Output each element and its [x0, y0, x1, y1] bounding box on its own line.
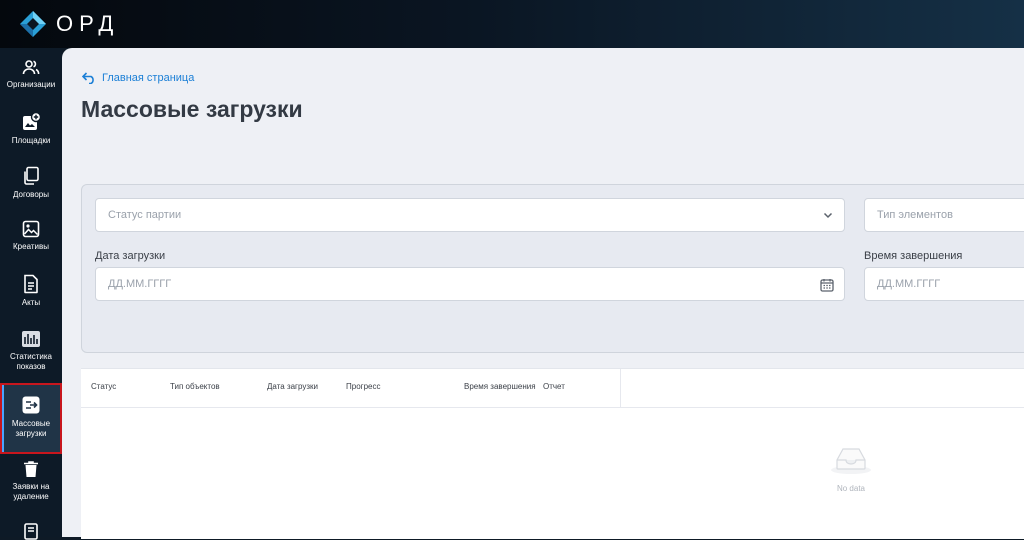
app-logo[interactable]: ОРД: [18, 9, 119, 39]
sidebar-item-creatives[interactable]: Креативы: [0, 220, 62, 252]
page-title: Массовые загрузки: [81, 96, 303, 122]
sidebar-item-label: Массовые загрузки: [11, 419, 51, 438]
filter-panel: Статус партии Тип элементов Дата загрузк…: [81, 184, 1024, 353]
documents-copy-icon: [24, 166, 39, 185]
sidebar-item-label: Договоры: [13, 190, 49, 199]
upload-date-label: Дата загрузки: [95, 250, 166, 262]
element-type-select[interactable]: Тип элементов: [864, 198, 1024, 232]
sidebar-item-label: Акты: [21, 298, 41, 307]
column-header-report[interactable]: Отчет: [543, 382, 565, 391]
sidebar: Организации Площадки Договоры Креативы А…: [0, 48, 62, 540]
document-icon: [24, 274, 38, 294]
column-header-object-type[interactable]: Тип объектов: [170, 382, 220, 391]
breadcrumb-label: Главная страница: [102, 72, 195, 84]
sidebar-item-contracts[interactable]: Договоры: [0, 166, 62, 200]
table-header: Статус Тип объектов Дата загрузки Прогре…: [81, 369, 1024, 408]
column-header-upload-date[interactable]: Дата загрузки: [267, 382, 318, 391]
calendar-icon[interactable]: [820, 278, 834, 295]
finish-time-input[interactable]: ДД.ММ.ГГГГ: [864, 267, 1024, 301]
logo-diamond-icon: [18, 9, 48, 39]
empty-inbox-icon: [831, 448, 871, 474]
empty-state: No data: [829, 443, 873, 493]
sidebar-item-platforms[interactable]: Площадки: [0, 112, 62, 146]
top-bar: ОРД: [0, 0, 1024, 48]
finish-time-placeholder: ДД.ММ.ГГГГ: [877, 278, 941, 290]
sidebar-item-organizations[interactable]: Организации: [0, 58, 62, 90]
sidebar-item-label: Заявки на удаление: [12, 482, 50, 501]
sidebar-item-deletion-requests[interactable]: Заявки на удаление: [0, 460, 62, 502]
column-divider: [620, 369, 621, 407]
status-select-placeholder: Статус партии: [108, 209, 182, 221]
sidebar-item-bulk-uploads[interactable]: Массовые загрузки: [0, 383, 62, 454]
sidebar-item-label: Площадки: [11, 136, 51, 145]
finish-time-label: Время завершения: [864, 250, 963, 262]
breadcrumb-home-link[interactable]: Главная страница: [82, 72, 194, 84]
logo-text: ОРД: [56, 11, 120, 36]
users-icon: [22, 60, 40, 75]
column-header-status[interactable]: Статус: [91, 382, 116, 391]
column-header-finish-time[interactable]: Время завершения: [464, 382, 536, 391]
list-document-icon: [24, 523, 38, 540]
upload-date-placeholder: ДД.ММ.ГГГГ: [108, 278, 172, 290]
column-header-progress[interactable]: Прогресс: [346, 382, 380, 391]
trash-icon: [24, 461, 38, 477]
status-select[interactable]: Статус партии: [95, 198, 845, 232]
uploads-table: Статус Тип объектов Дата загрузки Прогре…: [81, 368, 1024, 539]
image-icon: [22, 220, 40, 238]
stats-icon: [22, 331, 40, 347]
element-type-placeholder: Тип элементов: [877, 209, 953, 221]
sidebar-item-label: Креативы: [13, 242, 49, 251]
back-arrow-icon: [82, 72, 94, 84]
platform-add-icon: [23, 112, 41, 130]
sidebar-item-label: Организации: [6, 80, 56, 89]
sidebar-item-label: Статистика показов: [9, 352, 52, 371]
sidebar-item-acts[interactable]: Акты: [0, 274, 62, 308]
chevron-down-icon: [822, 209, 834, 224]
sidebar-item-more[interactable]: [0, 522, 62, 540]
empty-state-text: No data: [836, 484, 866, 493]
main-content: Главная страница Массовые загрузки Стату…: [62, 48, 1024, 539]
bulk-upload-icon: [22, 396, 40, 414]
sidebar-item-statistics[interactable]: Статистика показов: [0, 330, 62, 372]
upload-date-input[interactable]: ДД.ММ.ГГГГ: [95, 267, 845, 301]
